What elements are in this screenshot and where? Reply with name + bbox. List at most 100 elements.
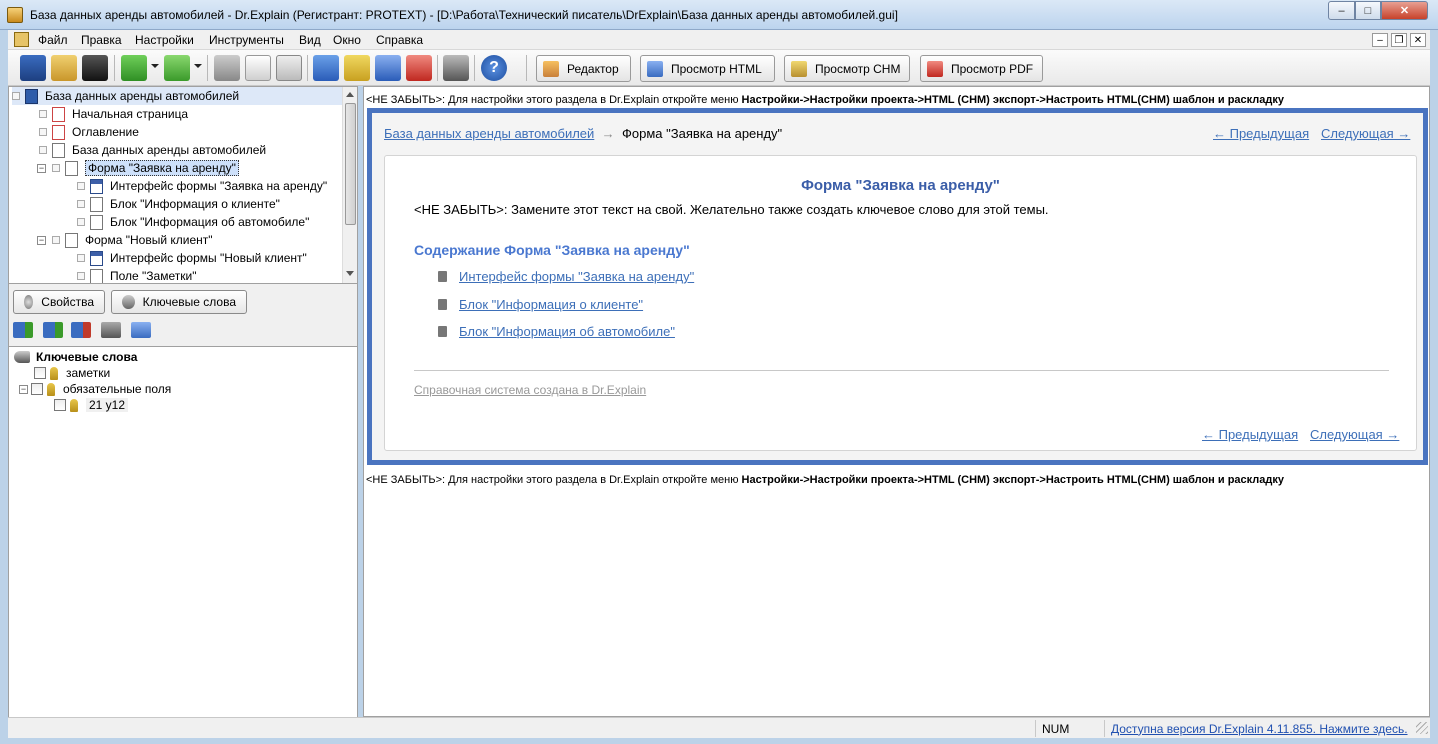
toc-link[interactable]: Блок "Информация о клиенте" <box>459 297 643 312</box>
tree-item-contents[interactable]: Оглавление <box>39 123 139 141</box>
scroll-down-icon[interactable] <box>346 271 354 276</box>
link-keyword-icon[interactable] <box>101 322 121 338</box>
next-link-bottom[interactable]: Следующая → <box>1310 427 1399 442</box>
export-pdf-icon[interactable] <box>406 55 432 81</box>
add-keyword-icon[interactable] <box>13 322 33 338</box>
chevron-down-icon[interactable] <box>194 64 202 68</box>
gear-icon <box>24 295 34 309</box>
footer-link[interactable]: Справочная система создана в Dr.Explain <box>414 383 646 397</box>
toc-item[interactable]: Интерфейс формы "Заявка на аренду" <box>438 269 694 284</box>
menu-settings[interactable]: Настройки <box>135 33 194 47</box>
preview-pdf-button[interactable]: Просмотр PDF <box>920 55 1043 82</box>
cut-icon[interactable] <box>214 55 240 81</box>
tree-item-new-client-form[interactable]: − Форма "Новый клиент" <box>37 231 213 249</box>
mdi-close-button[interactable]: ✕ <box>1410 33 1426 47</box>
menu-tools[interactable]: Инструменты <box>209 33 284 47</box>
toc-item[interactable]: Блок "Информация об автомобиле" <box>438 324 675 339</box>
preview-html-button[interactable]: Просмотр HTML <box>640 55 775 82</box>
toc-link[interactable]: Интерфейс формы "Заявка на аренду" <box>459 269 694 284</box>
status-marker <box>77 272 85 280</box>
scroll-up-icon[interactable] <box>346 92 354 97</box>
chevron-down-icon[interactable] <box>151 64 159 68</box>
status-marker <box>39 128 47 136</box>
export-rtf-icon[interactable] <box>375 55 401 81</box>
keyword-checkbox[interactable] <box>34 367 46 379</box>
help-icon[interactable]: ? <box>481 55 507 81</box>
page-icon <box>438 326 447 337</box>
minimize-button[interactable]: – <box>1328 1 1355 20</box>
keyword-item[interactable]: − обязательные поля <box>19 381 171 397</box>
page-icon <box>65 160 78 176</box>
close-button[interactable]: ✕ <box>1381 1 1428 20</box>
preview-chm-button[interactable]: Просмотр CHM <box>784 55 910 82</box>
paste-icon[interactable] <box>276 55 302 81</box>
status-marker <box>39 146 47 154</box>
editor-button[interactable]: Редактор <box>536 55 631 82</box>
collapse-toggle[interactable]: − <box>19 384 28 394</box>
collapse-toggle[interactable]: − <box>37 163 46 173</box>
keyword-checkbox[interactable] <box>54 399 66 411</box>
toolbar-separator <box>207 55 208 81</box>
status-marker <box>12 92 20 100</box>
tab-keywords[interactable]: Ключевые слова <box>111 290 247 314</box>
mdi-restore-button[interactable]: ❐ <box>1391 33 1407 47</box>
tree-item-database[interactable]: База данных аренды автомобилей <box>39 141 266 159</box>
tree-item-notes-field[interactable]: Поле "Заметки" <box>77 267 196 283</box>
update-link[interactable]: Доступна версия Dr.Explain 4.11.855. Наж… <box>1111 722 1408 736</box>
resize-grip[interactable] <box>1416 722 1428 734</box>
toc-item[interactable]: Блок "Информация о клиенте" <box>438 297 643 312</box>
document-icon[interactable] <box>14 32 29 47</box>
collapse-toggle[interactable]: − <box>37 235 46 245</box>
tree-scrollbar[interactable] <box>342 87 357 283</box>
update-notice[interactable]: Доступна версия Dr.Explain 4.11.855. Наж… <box>1104 720 1414 737</box>
menu-view[interactable]: Вид <box>299 33 321 47</box>
tree-item-client-block[interactable]: Блок "Информация о клиенте" <box>77 195 280 213</box>
page-icon <box>438 271 447 282</box>
open-icon[interactable] <box>51 55 77 81</box>
export-chm-icon[interactable] <box>344 55 370 81</box>
panel-tabs: Свойства Ключевые слова <box>8 284 358 346</box>
tree-item-root[interactable]: База данных аренды автомобилей <box>12 87 342 105</box>
key-icon <box>47 382 55 396</box>
keyword-list-icon[interactable] <box>131 322 151 338</box>
maximize-button[interactable]: □ <box>1355 1 1381 20</box>
menu-edit[interactable]: Правка <box>81 33 122 47</box>
next-link[interactable]: Следующая → <box>1321 126 1410 141</box>
tree-item-start-page[interactable]: Начальная страница <box>39 105 188 123</box>
status-marker <box>77 218 85 226</box>
prev-link[interactable]: ← Предыдущая <box>1213 126 1309 141</box>
copy-icon[interactable] <box>245 55 271 81</box>
page-icon <box>52 124 65 140</box>
add-subkeyword-icon[interactable] <box>43 322 63 338</box>
tree-item-rental-form-ui[interactable]: Интерфейс формы "Заявка на аренду" <box>77 177 327 195</box>
toolbar-separator <box>526 55 527 81</box>
tree-item-new-client-ui[interactable]: Интерфейс формы "Новый клиент" <box>77 249 307 267</box>
num-lock-indicator: NUM <box>1035 720 1097 737</box>
toc-link[interactable]: Блок "Информация об автомобиле" <box>459 324 675 339</box>
mdi-minimize-button[interactable]: – <box>1372 33 1388 47</box>
tree-item-label: Интерфейс формы "Заявка на аренду" <box>110 179 328 193</box>
menu-window[interactable]: Окно <box>333 33 361 47</box>
settings-icon[interactable] <box>443 55 469 81</box>
keyword-checkbox[interactable] <box>31 383 43 395</box>
keyword-root[interactable]: Ключевые слова <box>14 349 137 365</box>
export-html-icon[interactable] <box>313 55 339 81</box>
tab-properties[interactable]: Свойства <box>13 290 105 314</box>
add-topic-icon[interactable] <box>121 55 147 81</box>
menu-help[interactable]: Справка <box>376 33 423 47</box>
menu-file[interactable]: Файл <box>38 33 68 47</box>
prev-link-bottom[interactable]: ← Предыдущая <box>1202 427 1298 442</box>
save-icon[interactable] <box>82 55 108 81</box>
breadcrumb: База данных аренды автомобилей → Форма "… <box>384 126 1411 144</box>
project-icon[interactable] <box>20 55 46 81</box>
keyword-item[interactable]: заметки <box>34 365 110 381</box>
delete-keyword-icon[interactable] <box>71 322 91 338</box>
tree-item-label: Интерфейс формы "Новый клиент" <box>110 251 307 265</box>
tree-item-label: Форма "Заявка на аренду" <box>85 160 239 176</box>
keyword-item[interactable]: 21 у12 <box>54 397 129 413</box>
add-child-icon[interactable] <box>164 55 190 81</box>
scrollbar-thumb[interactable] <box>345 103 356 225</box>
tree-item-rental-form[interactable]: − Форма "Заявка на аренду" <box>37 159 239 177</box>
breadcrumb-link[interactable]: База данных аренды автомобилей <box>384 126 594 141</box>
tree-item-car-block[interactable]: Блок "Информация об автомобиле" <box>77 213 309 231</box>
